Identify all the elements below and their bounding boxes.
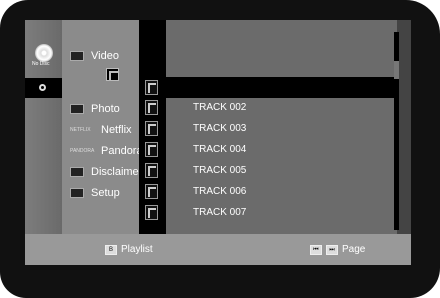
page-label: Page bbox=[342, 244, 366, 255]
document-icon bbox=[70, 167, 84, 177]
menu-label-setup: Setup bbox=[91, 187, 120, 199]
menu-item-disclaimer[interactable]: Disclaimer bbox=[70, 163, 142, 181]
menu-item-setup[interactable]: Setup bbox=[70, 184, 120, 202]
source-selector[interactable] bbox=[25, 78, 62, 98]
scrollbar-thumb[interactable] bbox=[394, 61, 399, 79]
track-thumbnail[interactable] bbox=[145, 80, 158, 95]
selected-dot-icon bbox=[39, 84, 46, 91]
menu-item-pandora[interactable]: PANDORA Pandora bbox=[70, 142, 143, 160]
menu-label-disclaimer: Disclaimer bbox=[91, 166, 143, 178]
track-list: TRACK 002 TRACK 003 TRACK 004 TRACK 005 … bbox=[166, 20, 397, 234]
gear-icon bbox=[70, 188, 84, 198]
menu-label-video: Video bbox=[91, 50, 119, 62]
previous-page-icon: ⏮ bbox=[310, 244, 322, 255]
media-player-screen: No Disc Video Photo NETFLIX Netflix PAND… bbox=[25, 20, 411, 265]
menu-item-photo[interactable]: Photo bbox=[70, 100, 120, 118]
menu-label-photo: Photo bbox=[91, 103, 120, 115]
track-thumbnail[interactable] bbox=[145, 205, 158, 220]
disc-icon[interactable] bbox=[35, 44, 53, 62]
playlist-hint[interactable]: B Playlist bbox=[105, 244, 153, 255]
track-item[interactable]: TRACK 002 bbox=[193, 100, 246, 116]
menu-label-pandora: Pandora bbox=[101, 145, 143, 157]
main-menu: Video Photo NETFLIX Netflix PANDORA Pand… bbox=[62, 20, 143, 234]
selected-track-row[interactable] bbox=[166, 77, 397, 98]
menu-item-netflix[interactable]: NETFLIX Netflix bbox=[70, 121, 132, 139]
track-thumbnail[interactable] bbox=[145, 142, 158, 157]
track-item[interactable]: TRACK 004 bbox=[193, 142, 246, 158]
track-thumbnail[interactable] bbox=[145, 121, 158, 136]
b-key-icon: B bbox=[105, 244, 117, 255]
menu-label-netflix: Netflix bbox=[101, 124, 132, 136]
next-page-icon: ⏭ bbox=[326, 244, 338, 255]
track-thumbnail[interactable] bbox=[145, 163, 158, 178]
page-hint[interactable]: ⏮ ⏭ Page bbox=[310, 244, 365, 255]
track-thumbnail[interactable] bbox=[145, 184, 158, 199]
pandora-logo-icon: PANDORA bbox=[70, 147, 95, 154]
tv-bezel: No Disc Video Photo NETFLIX Netflix PAND… bbox=[0, 0, 440, 298]
track-item[interactable]: TRACK 003 bbox=[193, 121, 246, 137]
playlist-label: Playlist bbox=[121, 244, 153, 255]
netflix-logo-icon: NETFLIX bbox=[70, 126, 91, 133]
bottom-hint-bar: B Playlist ⏮ ⏭ Page bbox=[25, 234, 411, 265]
menu-item-video[interactable]: Video bbox=[70, 47, 119, 65]
photo-icon bbox=[70, 104, 84, 114]
track-thumbnail-column bbox=[139, 20, 166, 234]
video-icon bbox=[70, 51, 84, 61]
disc-status-label: No Disc bbox=[32, 61, 50, 67]
track-item[interactable]: TRACK 005 bbox=[193, 163, 246, 179]
track-scrollbar[interactable] bbox=[394, 32, 399, 230]
source-strip: No Disc bbox=[25, 20, 62, 234]
track-item[interactable]: TRACK 006 bbox=[193, 184, 246, 200]
track-item[interactable]: TRACK 007 bbox=[193, 205, 246, 221]
track-thumbnail[interactable] bbox=[145, 100, 158, 115]
folder-icon bbox=[106, 68, 119, 81]
